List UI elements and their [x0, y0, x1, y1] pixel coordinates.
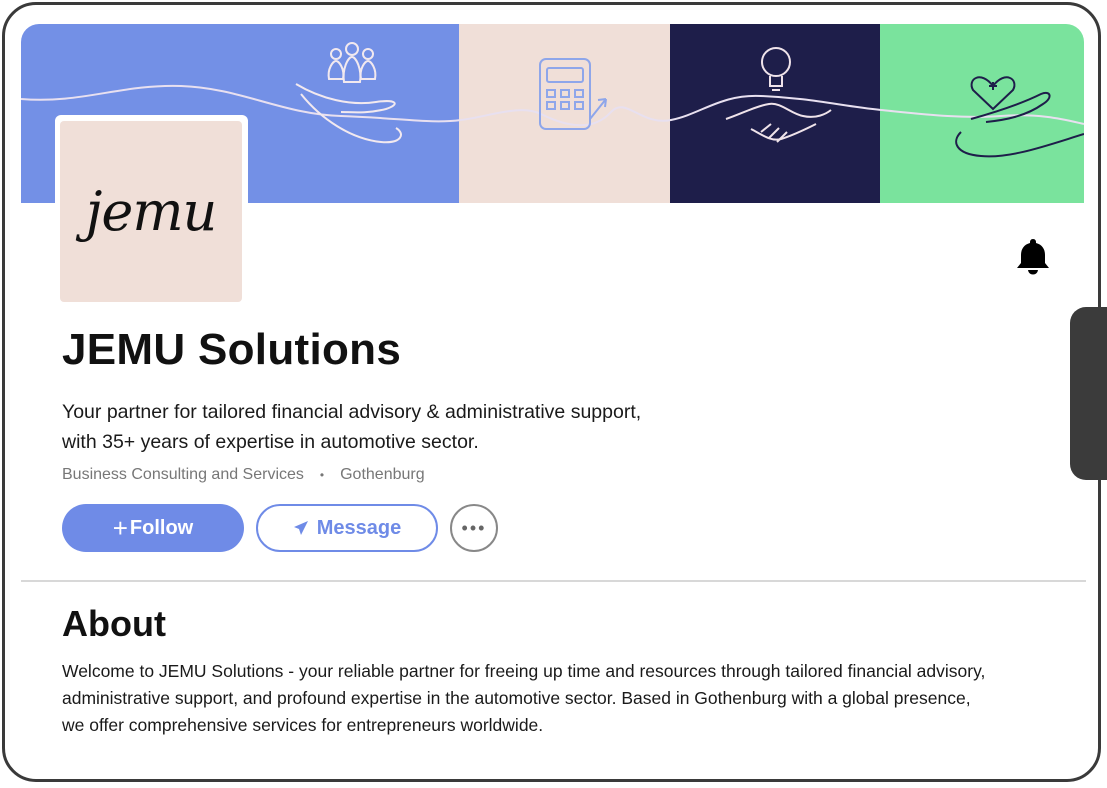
- bell-icon[interactable]: [1015, 237, 1051, 275]
- message-button[interactable]: Message: [256, 504, 438, 552]
- follow-button[interactable]: + Follow: [62, 504, 244, 552]
- location-label: Gothenburg: [340, 466, 425, 483]
- meta-separator: •: [319, 468, 325, 482]
- paper-plane-icon: [293, 521, 308, 535]
- industry-label: Business Consulting and Services: [62, 466, 304, 483]
- section-divider: [21, 580, 1086, 582]
- company-tagline: Your partner for tailored financial advi…: [62, 397, 782, 457]
- device-frame: jemu JEMU Solutions Your partner for tai…: [2, 2, 1101, 782]
- company-logo: jemu: [60, 121, 242, 302]
- message-label: Message: [316, 516, 402, 539]
- company-name: JEMU Solutions: [62, 325, 402, 374]
- plus-icon: +: [112, 513, 128, 543]
- more-options-button[interactable]: •••: [450, 504, 498, 552]
- company-logo-card[interactable]: jemu: [55, 115, 248, 308]
- ellipsis-icon: •••: [461, 517, 487, 538]
- tagline-line-1: Your partner for tailored financial advi…: [62, 401, 642, 423]
- about-heading: About: [62, 603, 166, 644]
- about-description: Welcome to JEMU Solutions - your reliabl…: [62, 661, 986, 735]
- follow-label: Follow: [129, 516, 194, 539]
- tagline-line-2: with 35+ years of expertise in automotiv…: [62, 431, 479, 453]
- device-side-button: [1070, 307, 1107, 480]
- company-meta: Business Consulting and Services • Gothe…: [62, 466, 425, 484]
- logo-wordmark: jemu: [85, 180, 218, 243]
